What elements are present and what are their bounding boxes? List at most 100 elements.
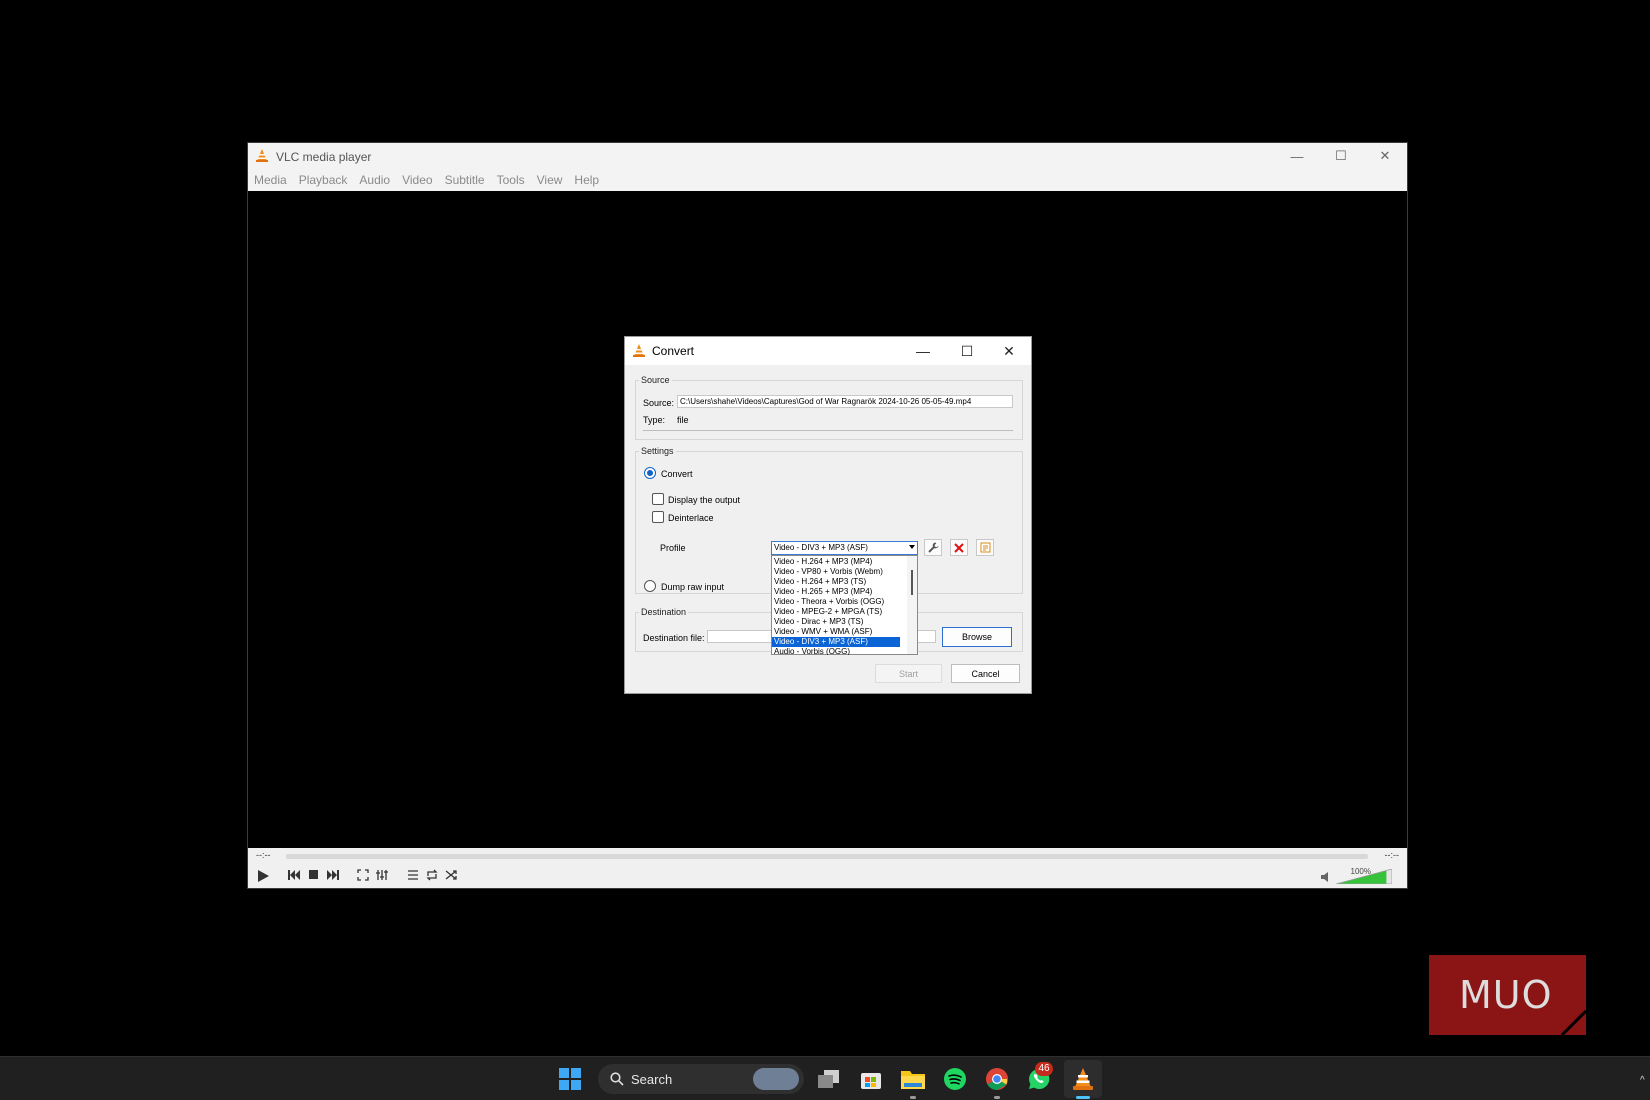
source-label: Source: [643,398,675,408]
profile-option[interactable]: Audio - Vorbis (OGG) [772,647,900,655]
menu-playback[interactable]: Playback [299,173,348,187]
convert-radio[interactable] [644,467,656,479]
minimize-button[interactable]: — [1275,143,1319,169]
total-time: --:-- [1384,850,1400,860]
vlc-cone-icon [633,344,645,357]
taskbar-task-view[interactable] [816,1066,842,1092]
edit-profile-button[interactable] [924,539,942,556]
stop-icon [309,870,318,879]
fullscreen-icon [356,868,369,881]
previous-button[interactable] [285,866,302,883]
dialog-minimize-button[interactable]: — [903,337,943,365]
volume-slider[interactable] [1336,869,1392,884]
profile-option-selected[interactable]: Video - DIV3 + MP3 (ASF) [772,637,900,647]
fullscreen-button[interactable] [354,866,371,883]
start-button[interactable]: Start [875,664,942,683]
chrome-icon [986,1068,1008,1090]
profile-option[interactable]: Video - VP80 + Vorbis (Webm) [772,567,900,577]
profile-option[interactable]: Video - Theora + Vorbis (OGG) [772,597,900,607]
convert-dialog: Convert — ☐ ✕ Source Source: C:\Users\sh… [624,336,1032,694]
chrome-running-indicator [994,1096,1000,1099]
maximize-button[interactable]: ☐ [1319,143,1363,169]
chevron-up-icon[interactable]: ^ [1640,1075,1645,1086]
folder-icon [901,1071,925,1089]
source-path-field[interactable]: C:\Users\shahe\Videos\Captures\God of Wa… [677,395,1013,408]
settings-group-label: Settings [639,446,676,456]
store-icon [861,1073,881,1089]
dialog-maximize-button[interactable]: ☐ [947,337,987,365]
vlc-controls-bar: --:-- --:-- 100% [248,848,1407,888]
muo-watermark-text: MUO [1459,973,1553,1017]
display-output-checkbox[interactable] [652,493,664,505]
speaker-icon[interactable] [1321,872,1331,882]
file-explorer-running-indicator [910,1096,916,1099]
profile-option[interactable]: Video - Dirac + MP3 (TS) [772,617,900,627]
taskbar-spotify[interactable] [942,1066,968,1092]
source-group-label: Source [639,375,672,385]
type-value: file [677,415,689,425]
taskbar-vlc[interactable] [1070,1066,1096,1092]
play-button[interactable] [252,866,274,886]
shuffle-icon [445,869,457,880]
equalizer-icon [375,869,388,880]
search-icon [610,1072,624,1086]
profile-select[interactable]: Video - DIV3 + MP3 (ASF) [771,541,918,555]
profile-label: Profile [660,543,686,553]
stop-button[interactable] [305,866,322,883]
taskbar-file-explorer[interactable] [900,1066,926,1092]
loop-button[interactable] [423,866,440,883]
deinterlace-checkbox[interactable] [652,511,664,523]
dropdown-scrollbar-thumb[interactable] [911,570,913,595]
loop-icon [425,869,438,880]
seek-slider[interactable] [286,854,1368,859]
menu-tools[interactable]: Tools [497,173,525,187]
vlc-titlebar[interactable]: VLC media player — ☐ ✕ [248,143,1407,169]
source-divider [643,430,1013,431]
menu-video[interactable]: Video [402,173,432,187]
dump-raw-radio[interactable] [644,580,656,592]
profile-option[interactable]: Video - MPEG-2 + MPGA (TS) [772,607,900,617]
profile-option[interactable]: Video - H.264 + MP3 (TS) [772,577,900,587]
wrench-icon [928,542,938,553]
close-button[interactable]: ✕ [1363,143,1407,169]
profile-option[interactable]: Video - H.264 + MP3 (MP4) [772,557,900,567]
elapsed-time: --:-- [256,850,271,860]
extended-settings-button[interactable] [373,866,390,883]
whatsapp-notification-badge: 46 [1035,1062,1053,1076]
taskbar-search-box[interactable]: Search [598,1064,804,1094]
search-highlight-image [753,1068,799,1090]
spotify-icon [944,1068,966,1090]
type-label: Type: [643,415,666,425]
destination-group-label: Destination [639,607,689,617]
playlist-button[interactable] [404,866,421,883]
deinterlace-label: Deinterlace [668,513,714,523]
cancel-button[interactable]: Cancel [951,664,1020,683]
new-profile-button[interactable] [976,539,994,556]
dialog-titlebar[interactable]: Convert — ☐ ✕ [625,337,1031,365]
previous-icon [287,869,300,880]
vlc-window-title: VLC media player [276,150,372,164]
dialog-title: Convert [652,344,695,358]
dialog-close-button[interactable]: ✕ [989,337,1029,365]
taskbar-chrome[interactable] [984,1066,1010,1092]
delete-profile-button[interactable] [950,539,968,556]
watermark-corner-stripe [1560,1009,1586,1035]
shuffle-button[interactable] [442,866,459,883]
display-output-label: Display the output [668,495,741,505]
profile-option[interactable]: Video - H.265 + MP3 (MP4) [772,587,900,597]
next-button[interactable] [324,866,341,883]
windows-taskbar: Search 46 ^ [0,1056,1650,1100]
start-button[interactable] [557,1066,583,1092]
taskbar-search-label: Search [631,1072,673,1087]
browse-button[interactable]: Browse [942,627,1012,647]
profile-option[interactable]: Video - WMV + WMA (ASF) [772,627,900,637]
menu-view[interactable]: View [537,173,563,187]
vlc-active-indicator [1076,1096,1090,1099]
vlc-menubar: Media Playback Audio Video Subtitle Tool… [248,169,1407,191]
menu-subtitle[interactable]: Subtitle [445,173,485,187]
menu-audio[interactable]: Audio [359,173,390,187]
taskbar-store[interactable] [858,1066,884,1092]
menu-help[interactable]: Help [574,173,599,187]
menu-media[interactable]: Media [254,173,287,187]
profile-selected-value: Video - DIV3 + MP3 (ASF) [774,543,868,552]
